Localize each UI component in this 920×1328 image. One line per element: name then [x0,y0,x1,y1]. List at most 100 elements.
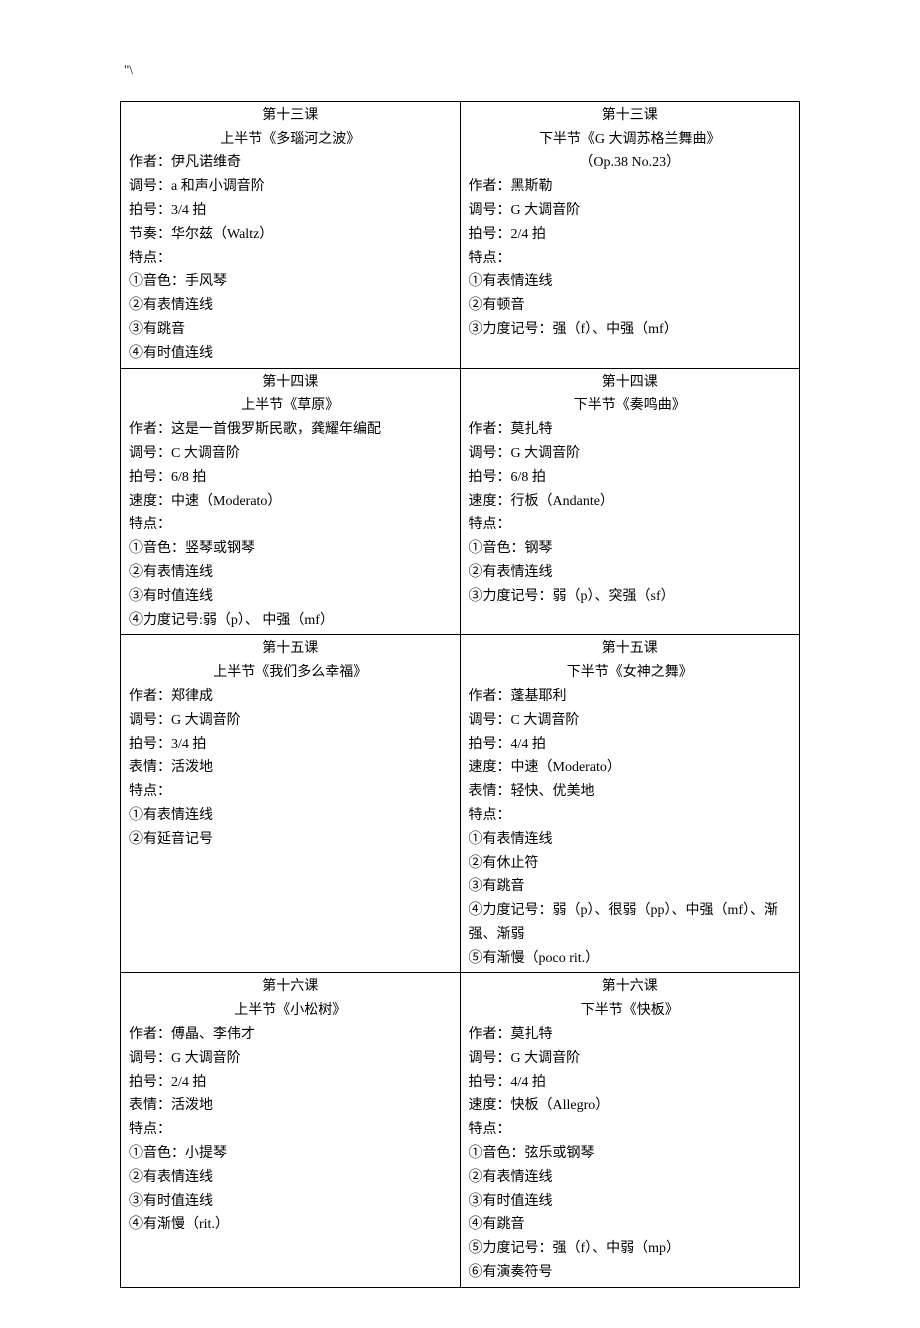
lesson-detail: 表情：轻快、优美地 [469,780,792,804]
lesson-detail: 拍号：3/4 拍 [129,733,452,757]
lesson-title: 下半节《G 大调苏格兰舞曲》 [469,128,792,152]
lesson-detail: 特点： [469,513,792,537]
lesson-title: 上半节《小松树》 [129,999,452,1023]
cell-lesson13-b: 第十三课下半节《G 大调苏格兰舞曲》（Op.38 No.23）作者：黑斯勒调号：… [460,101,800,368]
page-marker: "\ [120,60,800,81]
lesson-detail: 拍号：2/4 拍 [129,1071,452,1095]
lesson-title: 上半节《我们多么幸福》 [129,661,452,685]
lesson-detail: 作者：傅晶、李伟才 [129,1023,452,1047]
lesson-detail: 拍号：3/4 拍 [129,199,452,223]
lesson-detail: 调号：a 和声小调音阶 [129,175,452,199]
lesson-detail: ③有时值连线 [129,585,452,609]
lesson-detail: 拍号：2/4 拍 [469,223,792,247]
lesson-detail: ①音色：弦乐或钢琴 [469,1142,792,1166]
lesson-detail: ②有表情连线 [129,294,452,318]
lesson-detail: 调号：C 大调音阶 [469,709,792,733]
cell-lesson16-a: 第十六课上半节《小松树》作者：傅晶、李伟才调号：G 大调音阶拍号：2/4 拍表情… [121,973,461,1287]
lesson-detail: ①音色：竖琴或钢琴 [129,537,452,561]
lesson-detail: 拍号：6/8 拍 [469,466,792,490]
lesson-detail: 作者：蓬基耶利 [469,685,792,709]
lesson-detail: ⑥有演奏符号 [469,1261,792,1285]
lesson-detail: 作者：莫扎特 [469,1023,792,1047]
lesson-detail: 调号：G 大调音阶 [129,1047,452,1071]
lesson-detail: 拍号：4/4 拍 [469,1071,792,1095]
cell-lesson14-b: 第十四课下半节《奏鸣曲》作者：莫扎特调号：G 大调音阶拍号：6/8 拍速度：行板… [460,368,800,635]
lesson-detail: ①有表情连线 [129,804,452,828]
lesson-detail: ③有跳音 [129,318,452,342]
lesson-detail: ③力度记号：弱（p）、突强（sf） [469,585,792,609]
lesson-detail: ②有休止符 [469,852,792,876]
lesson-title: 下半节《快板》 [469,999,792,1023]
lesson-title: 第十三课 [129,104,452,128]
lesson-detail: 速度：快板（Allegro） [469,1094,792,1118]
lesson-detail: 作者：莫扎特 [469,418,792,442]
lesson-detail: 特点： [129,1118,452,1142]
lesson-detail: ③有时值连线 [469,1190,792,1214]
lesson-title: 第十三课 [469,104,792,128]
lesson-detail: 调号：C 大调音阶 [129,442,452,466]
lesson-detail: ②有表情连线 [469,1166,792,1190]
lesson-detail: ④有时值连线 [129,342,452,366]
lesson-detail: 调号：G 大调音阶 [469,1047,792,1071]
lesson-detail: ①音色：钢琴 [469,537,792,561]
lesson-detail: 拍号：6/8 拍 [129,466,452,490]
lesson-detail: ④有跳音 [469,1213,792,1237]
lesson-detail: 调号：G 大调音阶 [469,199,792,223]
lesson-detail: ④力度记号：弱（p）、很弱（pp）、中强（mf）、渐强、渐弱 [469,899,792,947]
lesson-detail: 特点： [129,247,452,271]
lesson-detail: ①音色：手风琴 [129,270,452,294]
lesson-detail: ②有表情连线 [129,561,452,585]
lesson-detail: 特点： [469,1118,792,1142]
table-row: 第十五课上半节《我们多么幸福》作者：郑律成调号：G 大调音阶拍号：3/4 拍表情… [121,635,800,973]
lesson-detail: ①有表情连线 [469,828,792,852]
lesson-detail: 表情：活泼地 [129,1094,452,1118]
lesson-title: 下半节《女神之舞》 [469,661,792,685]
lesson-title: 上半节《多瑙河之波》 [129,128,452,152]
lesson-title: 上半节《草原》 [129,394,452,418]
lesson-detail: ⑤有渐慢（poco rit.） [469,947,792,971]
lesson-detail: 调号：G 大调音阶 [469,442,792,466]
lesson-detail: 特点： [129,513,452,537]
lesson-detail: ③力度记号：强（f）、中强（mf） [469,318,792,342]
cell-lesson15-b: 第十五课下半节《女神之舞》作者：蓬基耶利调号：C 大调音阶拍号：4/4 拍速度：… [460,635,800,973]
lesson-detail: 作者：伊凡诺维奇 [129,151,452,175]
lesson-detail: ②有表情连线 [129,1166,452,1190]
cell-lesson16-b: 第十六课下半节《快板》作者：莫扎特调号：G 大调音阶拍号：4/4 拍速度：快板（… [460,973,800,1287]
lesson-detail: ②有延音记号 [129,828,452,852]
cell-lesson13-a: 第十三课上半节《多瑙河之波》作者：伊凡诺维奇调号：a 和声小调音阶拍号：3/4 … [121,101,461,368]
lesson-detail: 作者：黑斯勒 [469,175,792,199]
lesson-title: 第十四课 [129,371,452,395]
lesson-detail: 作者：这是一首俄罗斯民歌，龚耀年编配 [129,418,452,442]
cell-lesson15-a: 第十五课上半节《我们多么幸福》作者：郑律成调号：G 大调音阶拍号：3/4 拍表情… [121,635,461,973]
table-row: 第十三课上半节《多瑙河之波》作者：伊凡诺维奇调号：a 和声小调音阶拍号：3/4 … [121,101,800,368]
lesson-detail: 调号：G 大调音阶 [129,709,452,733]
lesson-detail: ④有渐慢（rit.） [129,1213,452,1237]
lesson-detail: 速度：中速（Moderato） [469,756,792,780]
lesson-detail: ④力度记号:弱（p）、 中强（mf） [129,609,452,633]
lesson-title: 第十六课 [129,975,452,999]
lesson-detail: 拍号：4/4 拍 [469,733,792,757]
lesson-detail: 表情：活泼地 [129,756,452,780]
lesson-detail: 特点： [129,780,452,804]
lesson-title: 第十五课 [469,637,792,661]
cell-lesson14-a: 第十四课上半节《草原》作者：这是一首俄罗斯民歌，龚耀年编配调号：C 大调音阶拍号… [121,368,461,635]
lesson-table: 第十三课上半节《多瑙河之波》作者：伊凡诺维奇调号：a 和声小调音阶拍号：3/4 … [120,101,800,1288]
lesson-detail: 速度：行板（Andante） [469,490,792,514]
table-row: 第十四课上半节《草原》作者：这是一首俄罗斯民歌，龚耀年编配调号：C 大调音阶拍号… [121,368,800,635]
lesson-detail: ①音色：小提琴 [129,1142,452,1166]
lesson-detail: 特点： [469,247,792,271]
lesson-detail: ①有表情连线 [469,270,792,294]
lesson-title: 下半节《奏鸣曲》 [469,394,792,418]
lesson-detail: 作者：郑律成 [129,685,452,709]
lesson-detail: ②有顿音 [469,294,792,318]
lesson-detail: 速度：中速（Moderato） [129,490,452,514]
lesson-title: 第十五课 [129,637,452,661]
lesson-title: （Op.38 No.23） [469,151,792,175]
table-row: 第十六课上半节《小松树》作者：傅晶、李伟才调号：G 大调音阶拍号：2/4 拍表情… [121,973,800,1287]
lesson-title: 第十四课 [469,371,792,395]
lesson-detail: 节奏：华尔兹（Waltz） [129,223,452,247]
lesson-detail: 特点： [469,804,792,828]
lesson-title: 第十六课 [469,975,792,999]
lesson-detail: ③有时值连线 [129,1190,452,1214]
lesson-detail: ⑤力度记号：强（f）、中弱（mp） [469,1237,792,1261]
